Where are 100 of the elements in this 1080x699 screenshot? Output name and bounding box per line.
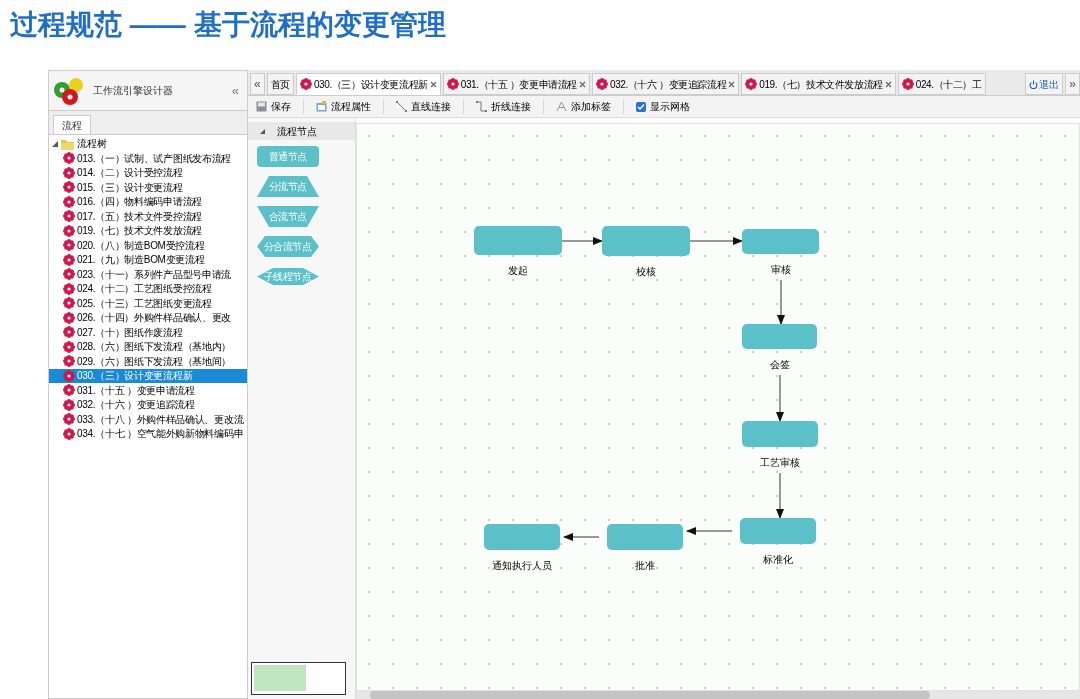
flower-icon	[63, 311, 75, 324]
tree-item[interactable]: 033.（十八 ）外购件样品确认、更改流	[49, 412, 247, 427]
flow-node[interactable]	[474, 226, 562, 255]
flower-icon	[63, 282, 75, 295]
flow-node[interactable]	[742, 229, 819, 254]
connector-arrow[interactable]	[686, 527, 733, 535]
node-label: 工艺审核	[760, 456, 800, 470]
node-label: 标准化	[763, 553, 793, 567]
flower-icon	[63, 253, 75, 266]
toolbar-button[interactable]: 流程属性	[316, 99, 371, 114]
flow-node[interactable]	[602, 226, 690, 256]
flower-icon	[63, 166, 75, 179]
tree-item[interactable]: 030.（三）设计变更流程新	[49, 368, 247, 383]
flower-icon	[63, 268, 75, 281]
tree-item[interactable]: 017.（五）技术文件受控流程	[49, 209, 247, 224]
tab[interactable]: 030.（三）设计变更流程新	[295, 73, 441, 95]
connector-arrow[interactable]	[777, 279, 785, 325]
flow-canvas[interactable]: 发起 校核 审核 会签 工艺审核 通知执行人员 批准 标准化	[356, 123, 1080, 691]
flow-node[interactable]	[742, 421, 818, 447]
tree-item[interactable]: 015.（三）设计变更流程	[49, 180, 247, 195]
flower-icon	[63, 355, 75, 368]
tab[interactable]: 032.（十六 ）变更追踪流程	[592, 73, 740, 95]
flower-icon	[901, 78, 914, 90]
flower-icon	[63, 224, 75, 237]
tab[interactable]: 首页	[266, 73, 294, 95]
tree-item[interactable]: 013.（一）试制、试产图纸发布流程	[49, 151, 247, 166]
flower-icon	[596, 78, 608, 90]
connector-arrow[interactable]	[776, 472, 784, 519]
horizontal-scrollbar[interactable]	[356, 691, 1080, 699]
tree-item[interactable]: 025.（十三）工艺图纸变更流程	[49, 296, 247, 311]
flower-icon	[63, 195, 75, 208]
designer-title: 工作流引擎设计器	[93, 84, 174, 98]
gears-logo-icon	[53, 75, 85, 106]
close-icon	[728, 80, 736, 88]
flow-node[interactable]	[484, 524, 560, 550]
scroll-left-button[interactable]: «	[250, 73, 265, 95]
connector-arrow[interactable]	[689, 237, 743, 245]
flower-icon	[63, 384, 75, 397]
flower-icon	[63, 210, 75, 223]
tree-item[interactable]: 029.（六）图纸下发流程（基地间）	[49, 354, 247, 369]
tree-item[interactable]: 032.（十六 ）变更追踪流程	[49, 397, 247, 412]
flower-icon	[63, 297, 75, 310]
save-icon	[256, 101, 267, 112]
tab[interactable]: 031.（十五 ）变更申请流程	[442, 73, 590, 95]
node-label: 发起	[508, 264, 528, 278]
logout-button[interactable]: 退出	[1025, 73, 1064, 95]
folder-icon	[61, 138, 74, 150]
tree-item[interactable]: 028.（六）图纸下发流程（基地内）	[49, 339, 247, 354]
flower-icon	[745, 78, 758, 90]
minimap[interactable]	[251, 662, 346, 695]
tree-item[interactable]: 034.（十七 ）空气能外购新物料编码申	[49, 426, 247, 441]
flow-node[interactable]	[740, 518, 816, 544]
flow-node[interactable]	[742, 324, 817, 349]
tree-item[interactable]: 016.（四）物料编码申请流程	[49, 194, 247, 209]
grid-checkbox[interactable]: 显示网格	[636, 99, 690, 114]
line-icon	[396, 101, 407, 112]
power-icon	[1029, 79, 1039, 89]
flower-icon	[63, 340, 75, 353]
flower-icon	[446, 78, 459, 90]
flower-icon	[299, 78, 312, 90]
tree-node[interactable]: 流程树	[77, 136, 107, 152]
tree-item[interactable]: 026.（十四）外购件样品确认、更改	[49, 310, 247, 325]
tree-item[interactable]: 019.（七）技术文件发放流程	[49, 223, 247, 238]
tree-item[interactable]: 024.（十二）工艺图纸受控流程	[49, 281, 247, 296]
tab[interactable]: 019.（七）技术文件发放流程	[741, 73, 896, 95]
node-label: 会签	[769, 358, 790, 372]
letter-a-icon	[556, 101, 567, 112]
connector-arrow[interactable]	[561, 237, 603, 245]
node-label: 审核	[770, 263, 791, 277]
flower-icon	[63, 413, 75, 426]
toolbar-button[interactable]: 保存	[256, 99, 291, 114]
tab[interactable]: 024.（十二）工	[897, 73, 986, 95]
connector-arrow[interactable]	[776, 374, 784, 422]
close-icon	[429, 80, 437, 88]
flow-node[interactable]	[607, 524, 683, 550]
collapse-button[interactable]: «	[227, 80, 243, 101]
tree-item[interactable]: 031.（十五 ）变更申请流程	[49, 383, 247, 398]
scroll-right-button[interactable]: »	[1065, 73, 1080, 95]
tree-item[interactable]: 021.（九）制造BOM变更流程	[49, 252, 247, 267]
tree-item[interactable]: 020.（八）制造BOM受控流程	[49, 238, 247, 253]
tree-item[interactable]: 023.（十一）系列件产品型号申请流	[49, 267, 247, 282]
tree-item[interactable]: 027.（十）图纸作废流程	[49, 325, 247, 340]
flower-icon	[63, 152, 75, 165]
toolbar-button[interactable]: 折线连接	[476, 99, 531, 114]
node-label: 批准	[635, 559, 655, 573]
flower-icon	[63, 239, 75, 252]
toolbar-button[interactable]: 添加标签	[556, 99, 611, 114]
close-icon	[579, 80, 586, 88]
connector-arrow[interactable]	[563, 533, 600, 541]
close-icon	[884, 80, 892, 88]
toolbar-button[interactable]: 直线连接	[396, 99, 451, 114]
flower-icon	[63, 181, 75, 194]
polyline-icon	[476, 101, 487, 112]
tree-item[interactable]: 014.（二）设计受控流程	[49, 165, 247, 180]
window-icon	[316, 101, 327, 112]
panel-tab[interactable]: 流程	[53, 115, 91, 134]
node-label: 校核	[636, 265, 656, 279]
checkmark-icon	[637, 102, 645, 111]
flower-icon	[63, 398, 75, 411]
slide-title: 过程规范 —— 基于流程的变更管理	[10, 8, 446, 42]
